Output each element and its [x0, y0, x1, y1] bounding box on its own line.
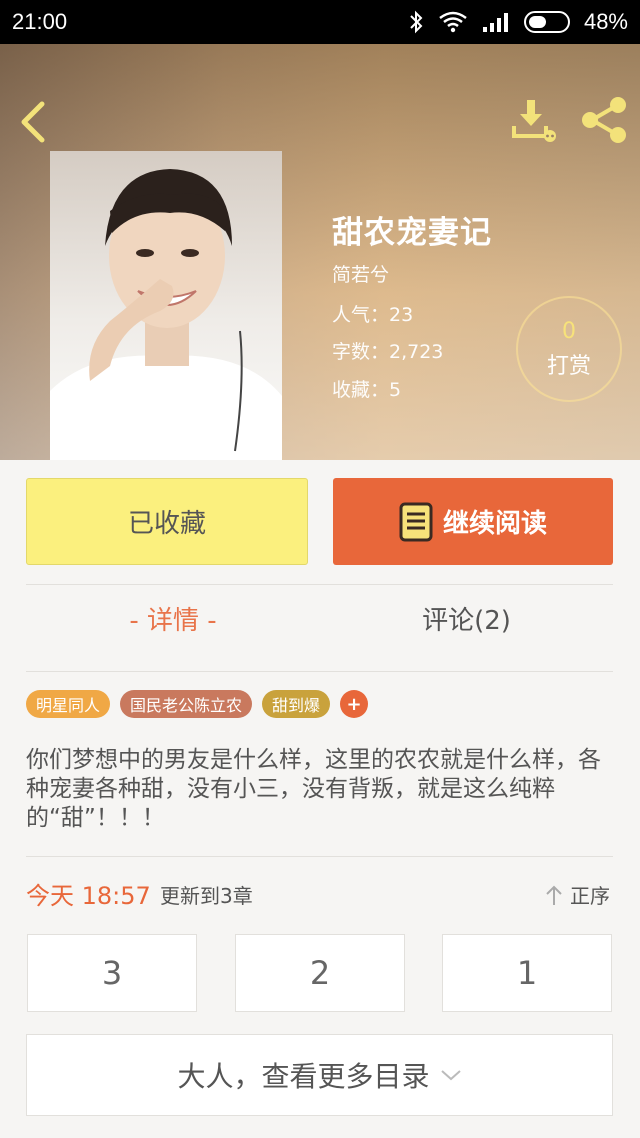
- book-favorites: 收藏：5: [332, 379, 402, 401]
- book-cover-image[interactable]: [50, 151, 282, 460]
- book-word-count: 字数：2,723: [332, 341, 444, 363]
- tag-list: 明星同人 国民老公陈立农 甜到爆 +: [26, 690, 369, 718]
- status-time: 21:00: [12, 9, 68, 34]
- chapter-item[interactable]: 2: [235, 934, 405, 1012]
- battery-percent: 48%: [583, 9, 628, 34]
- book-popularity: 人气：23: [332, 304, 414, 326]
- tab-detail[interactable]: - 详情 -: [26, 600, 320, 637]
- reward-button[interactable]: 0 打赏: [516, 296, 622, 402]
- continue-reading-label: 继续阅读: [442, 509, 547, 539]
- chevron-down-icon: [440, 1070, 461, 1081]
- battery-icon: [523, 11, 570, 33]
- book-header: 甜农宠妻记 简若兮 人气：23 字数：2,723 收藏：5 0 打赏: [0, 44, 640, 460]
- collected-button[interactable]: 已收藏: [26, 478, 308, 565]
- book-icon: [399, 502, 433, 541]
- wifi-icon: [439, 11, 467, 33]
- divider: [26, 584, 613, 585]
- continue-reading-button[interactable]: 继续阅读: [333, 478, 613, 565]
- divider: [26, 671, 613, 672]
- battery-level: [528, 16, 547, 28]
- sort-button[interactable]: 正序: [544, 880, 610, 909]
- cover-photo: [50, 169, 282, 460]
- share-icon[interactable]: [578, 96, 630, 144]
- bluetooth-icon: [410, 10, 423, 34]
- chapter-item[interactable]: 3: [27, 934, 197, 1012]
- status-icons: 48%: [408, 9, 628, 35]
- update-time: 今天 18:57: [26, 882, 151, 910]
- collected-label: 已收藏: [127, 509, 206, 539]
- reward-count: 0: [562, 318, 576, 344]
- status-bar: 21:00 48%: [0, 0, 640, 44]
- tag-item[interactable]: 明星同人: [26, 690, 111, 718]
- book-description: 你们梦想中的男友是什么样，这里的农农就是什么样，各种宠妻各种甜，没有小三，没有背…: [26, 747, 601, 831]
- divider: [26, 856, 613, 857]
- reward-label: 打赏: [546, 353, 591, 379]
- book-author[interactable]: 简若兮: [332, 260, 389, 287]
- arrow-up-icon: [546, 885, 562, 905]
- chapter-item[interactable]: 1: [442, 934, 612, 1012]
- tab-comments[interactable]: 评论(2): [320, 600, 613, 637]
- tag-item[interactable]: 国民老公陈立农: [120, 690, 253, 718]
- download-icon[interactable]: [508, 96, 560, 144]
- tag-item[interactable]: 甜到爆: [262, 690, 331, 718]
- signal-icon: [482, 13, 508, 32]
- more-toc-button[interactable]: 大人，查看更多目录: [26, 1034, 613, 1116]
- book-title: 甜农宠妻记: [332, 215, 492, 251]
- update-text: 更新到3章: [160, 884, 253, 908]
- add-tag-button[interactable]: +: [340, 690, 369, 718]
- sort-label: 正序: [570, 884, 610, 908]
- more-toc-label: 大人，查看更多目录: [177, 1060, 430, 1093]
- back-icon[interactable]: [14, 100, 54, 144]
